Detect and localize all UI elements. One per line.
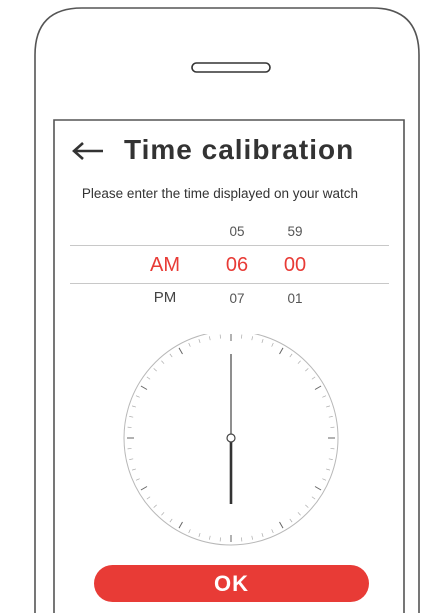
minute-selected[interactable]: 00 (271, 254, 319, 277)
speaker-slot (191, 62, 271, 73)
page-title: Time calibration (124, 134, 355, 165)
minute-option-above[interactable]: 59 (274, 224, 316, 239)
clock-center (226, 433, 236, 443)
instruction-text: Please enter the time displayed on your … (81, 186, 359, 201)
arrow-left-icon[interactable] (70, 134, 106, 168)
hour-option-above[interactable]: 05 (216, 224, 258, 239)
minute-option-below[interactable]: 01 (274, 291, 316, 306)
picker-divider-bottom (70, 283, 389, 284)
hour-option-below[interactable]: 07 (216, 291, 258, 306)
ok-button[interactable]: OK (94, 565, 369, 602)
period-option-below[interactable]: PM (140, 289, 190, 306)
hour-selected[interactable]: 06 (213, 254, 261, 277)
picker-divider-top (70, 245, 389, 246)
analog-clock (123, 334, 339, 546)
period-selected[interactable]: AM (140, 254, 190, 277)
